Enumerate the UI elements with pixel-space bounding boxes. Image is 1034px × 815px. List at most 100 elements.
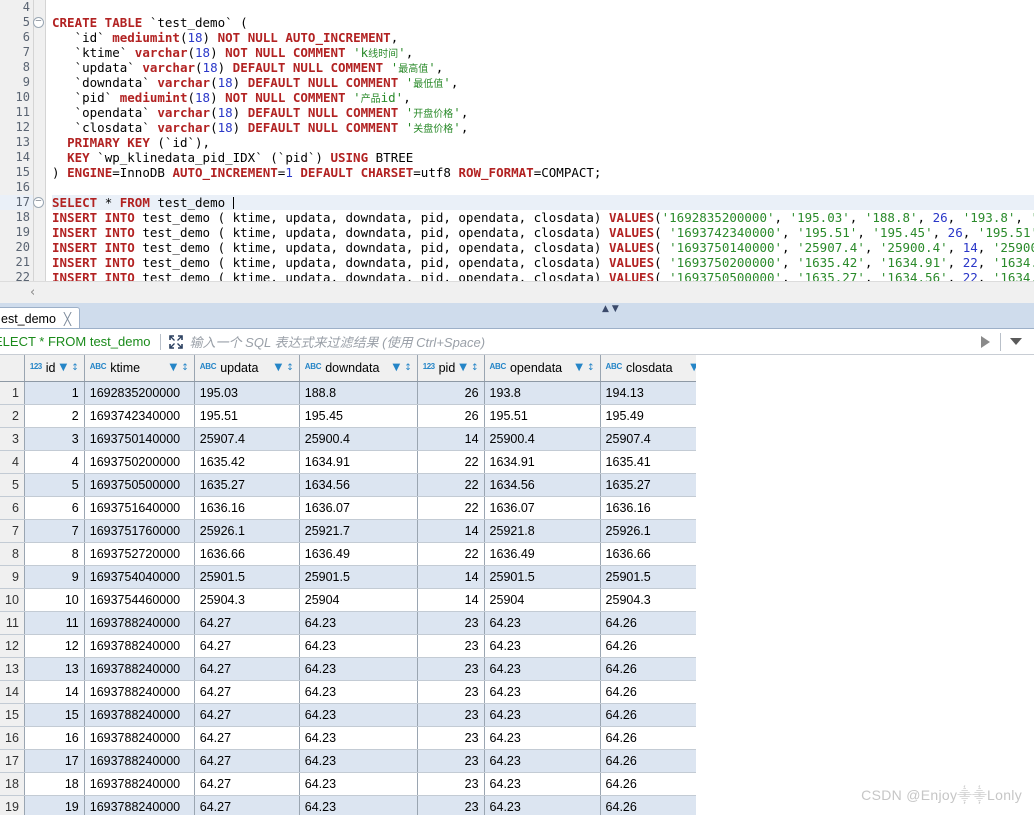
sort-icon[interactable]: ↕ — [404, 363, 412, 373]
row-number-cell[interactable]: 12 — [0, 634, 25, 658]
cell-downdata[interactable]: 1634.91 — [299, 450, 418, 474]
code-line[interactable]: `downdata` varchar(18) DEFAULT NULL COMM… — [52, 75, 1034, 90]
cell-downdata[interactable]: 64.23 — [299, 680, 418, 704]
cell-id[interactable]: 17 — [24, 749, 85, 773]
cell-updata[interactable]: 1635.42 — [194, 450, 300, 474]
cell-pid[interactable]: 23 — [417, 726, 485, 750]
table-row[interactable]: 3 3 1693750140000 25907.4 25900.4 14 25900.4 25… — [0, 427, 716, 451]
row-number-cell[interactable]: 4 — [0, 450, 25, 474]
row-number-cell[interactable]: 1 — [0, 381, 25, 405]
filter-icon[interactable]: ▼ — [459, 362, 467, 373]
cell-opendata[interactable]: 64.23 — [484, 657, 601, 681]
row-number-cell[interactable]: 17 — [0, 749, 25, 773]
code-line[interactable]: `opendata` varchar(18) DEFAULT NULL COMM… — [52, 105, 1034, 120]
cell-ktime[interactable]: 1693788240000 — [84, 772, 195, 796]
code-line[interactable]: PRIMARY KEY (`id`), — [52, 135, 1034, 150]
code-line[interactable]: INSERT INTO test_demo ( ktime, updata, d… — [52, 210, 1034, 225]
code-line[interactable]: ) ENGINE=InnoDB AUTO_INCREMENT=1 DEFAULT… — [52, 165, 1034, 180]
cell-downdata[interactable]: 1636.07 — [299, 496, 418, 520]
cell-pid[interactable]: 23 — [417, 703, 485, 727]
cell-pid[interactable]: 14 — [417, 519, 485, 543]
result-grid[interactable]: 123 id ▼ ↕ ABC ktime ▼ ↕ ABC updata ▼ ↕ ABC downdata ▼… — [0, 355, 1034, 815]
cell-updata[interactable]: 64.27 — [194, 795, 300, 815]
row-number-cell[interactable]: 14 — [0, 680, 25, 704]
cell-downdata[interactable]: 64.23 — [299, 726, 418, 750]
cell-id[interactable]: 19 — [24, 795, 85, 815]
cell-downdata[interactable]: 25921.7 — [299, 519, 418, 543]
cell-id[interactable]: 5 — [24, 473, 85, 497]
cell-downdata[interactable]: 1636.49 — [299, 542, 418, 566]
cell-id[interactable]: 11 — [24, 611, 85, 635]
table-row[interactable]: 18 18 1693788240000 64.27 64.23 23 64.23 64.26 — [0, 772, 716, 796]
table-row[interactable]: 7 7 1693751760000 25926.1 25921.7 14 25921.8 25… — [0, 519, 716, 543]
code-line[interactable]: `id` mediumint(18) NOT NULL AUTO_INCREME… — [52, 30, 1034, 45]
cell-id[interactable]: 3 — [24, 427, 85, 451]
cell-id[interactable]: 2 — [24, 404, 85, 428]
cell-opendata[interactable]: 64.23 — [484, 749, 601, 773]
cell-updata[interactable]: 1635.27 — [194, 473, 300, 497]
cell-updata[interactable]: 195.03 — [194, 381, 300, 405]
cell-downdata[interactable]: 64.23 — [299, 703, 418, 727]
table-row[interactable]: 8 8 1693752720000 1636.66 1636.49 22 1636.49 16… — [0, 542, 716, 566]
cell-pid[interactable]: 22 — [417, 473, 485, 497]
cell-opendata[interactable]: 64.23 — [484, 726, 601, 750]
cell-id[interactable]: 10 — [24, 588, 85, 612]
cell-ktime[interactable]: 1693788240000 — [84, 634, 195, 658]
table-row[interactable]: 2 2 1693742340000 195.51 195.45 26 195.51 195.4… — [0, 404, 716, 428]
code-line[interactable]: SELECT * FROM test_demo — [52, 195, 1034, 210]
table-row[interactable]: 9 9 1693754040000 25901.5 25901.5 14 25901.5 25… — [0, 565, 716, 589]
tab-scroll-updown-icon[interactable]: ▲▼ — [602, 304, 622, 314]
cell-ktime[interactable]: 1693788240000 — [84, 749, 195, 773]
cell-updata[interactable]: 64.27 — [194, 726, 300, 750]
cell-pid[interactable]: 23 — [417, 795, 485, 815]
row-number-cell[interactable]: 7 — [0, 519, 25, 543]
row-number-cell[interactable]: 8 — [0, 542, 25, 566]
cell-downdata[interactable]: 64.23 — [299, 749, 418, 773]
row-number-cell[interactable]: 13 — [0, 657, 25, 681]
code-line[interactable]: `closdata` varchar(18) DEFAULT NULL COMM… — [52, 120, 1034, 135]
cell-id[interactable]: 1 — [24, 381, 85, 405]
row-number-cell[interactable]: 5 — [0, 473, 25, 497]
fold-collapse-icon[interactable] — [33, 17, 44, 28]
code-line[interactable] — [52, 0, 1034, 15]
cell-id[interactable]: 9 — [24, 565, 85, 589]
cell-ktime[interactable]: 1693751760000 — [84, 519, 195, 543]
cell-opendata[interactable]: 25900.4 — [484, 427, 601, 451]
code-line[interactable]: `ktime` varchar(18) NOT NULL COMMENT 'k线… — [52, 45, 1034, 60]
cell-updata[interactable]: 25907.4 — [194, 427, 300, 451]
table-row[interactable]: 16 16 1693788240000 64.27 64.23 23 64.23 64.26 — [0, 726, 716, 750]
row-number-cell[interactable]: 9 — [0, 565, 25, 589]
cell-pid[interactable]: 22 — [417, 496, 485, 520]
cell-opendata[interactable]: 25921.8 — [484, 519, 601, 543]
row-number-cell[interactable]: 19 — [0, 795, 25, 815]
filter-icon[interactable]: ▼ — [60, 362, 68, 373]
column-header-updata[interactable]: ABC updata ▼ ↕ — [194, 355, 300, 382]
table-row[interactable]: 5 5 1693750500000 1635.27 1634.56 22 1634.56 16… — [0, 473, 716, 497]
close-icon[interactable]: ╳ — [64, 312, 71, 326]
cell-updata[interactable]: 25926.1 — [194, 519, 300, 543]
cell-updata[interactable]: 195.51 — [194, 404, 300, 428]
row-number-cell[interactable]: 2 — [0, 404, 25, 428]
column-header-opendata[interactable]: ABC opendata ▼ ↕ — [484, 355, 601, 382]
sql-editor[interactable]: 45678910111213141516171819202122 CREATE … — [0, 0, 1034, 281]
cell-opendata[interactable]: 1634.91 — [484, 450, 601, 474]
cell-ktime[interactable]: 1692835200000 — [84, 381, 195, 405]
cell-opendata[interactable]: 64.23 — [484, 703, 601, 727]
cell-ktime[interactable]: 1693788240000 — [84, 611, 195, 635]
table-row[interactable]: 6 6 1693751640000 1636.16 1636.07 22 1636.07 16… — [0, 496, 716, 520]
sort-icon[interactable]: ↕ — [181, 363, 189, 373]
table-row[interactable]: 11 11 1693788240000 64.27 64.23 23 64.23 64.26 — [0, 611, 716, 635]
scroll-left-arrow-icon[interactable]: ‹ — [30, 285, 35, 301]
cell-pid[interactable]: 23 — [417, 634, 485, 658]
cell-opendata[interactable]: 195.51 — [484, 404, 601, 428]
table-row[interactable]: 10 10 1693754460000 25904.3 25904 14 25904 2590… — [0, 588, 716, 612]
cell-downdata[interactable]: 64.23 — [299, 634, 418, 658]
code-line[interactable] — [52, 180, 1034, 195]
cell-updata[interactable]: 64.27 — [194, 611, 300, 635]
code-line[interactable]: `pid` mediumint(18) NOT NULL COMMENT '产品… — [52, 90, 1034, 105]
table-row[interactable]: 13 13 1693788240000 64.27 64.23 23 64.23 64.26 — [0, 657, 716, 681]
code-line[interactable]: INSERT INTO test_demo ( ktime, updata, d… — [52, 270, 1034, 281]
cell-id[interactable]: 18 — [24, 772, 85, 796]
cell-id[interactable]: 16 — [24, 726, 85, 750]
cell-opendata[interactable]: 64.23 — [484, 611, 601, 635]
